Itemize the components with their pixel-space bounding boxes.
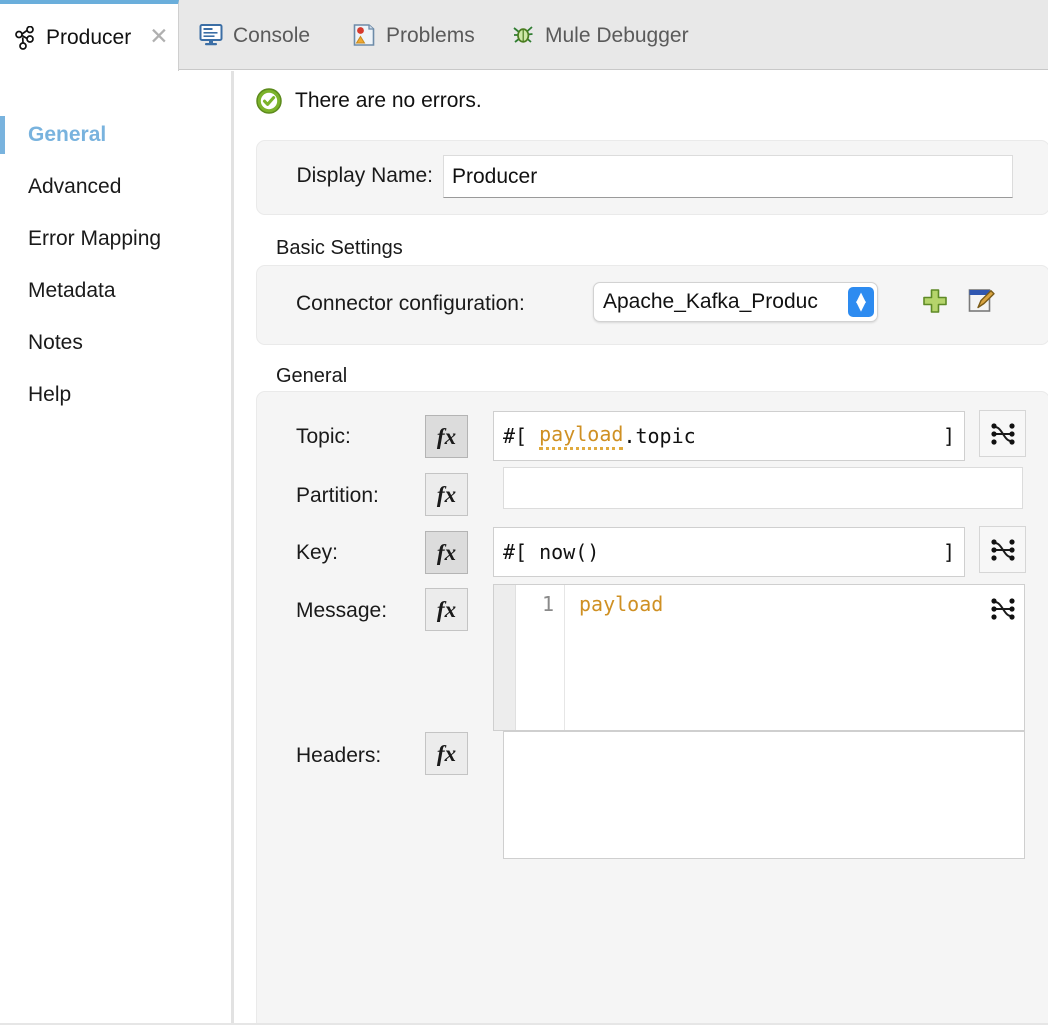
message-code-editor[interactable]: 1 payload (493, 584, 1025, 731)
bug-icon (511, 23, 535, 47)
sidebar-item-label: Help (28, 383, 71, 407)
sidebar-item-label: Metadata (28, 279, 116, 303)
add-configuration-button[interactable] (922, 288, 948, 314)
key-open-token: #[ (503, 540, 527, 564)
headers-fx-button[interactable]: fx (425, 732, 468, 775)
topic-close-token: ] (943, 424, 955, 448)
partition-fx-button[interactable]: fx (425, 473, 468, 516)
message-label: Message: (296, 599, 387, 623)
message-code-text[interactable]: payload (564, 585, 1024, 730)
display-name-label: Display Name: (283, 164, 433, 188)
general-settings-pane: There are no errors. Display Name: Produ… (234, 71, 1048, 1023)
topic-fx-button[interactable]: fx (425, 415, 468, 458)
topic-expression-keyword: payload (539, 422, 623, 450)
dataweave-transform-icon (988, 419, 1018, 449)
editor-gutter (494, 585, 516, 730)
topic-expression-rest: .topic (623, 424, 695, 448)
status-text: There are no errors. (295, 89, 482, 113)
key-fx-button[interactable]: fx (425, 531, 468, 574)
headers-label: Headers: (296, 744, 381, 768)
edit-configuration-button[interactable] (968, 288, 996, 314)
topic-label: Topic: (296, 425, 351, 449)
headers-textarea[interactable] (503, 731, 1025, 859)
tab-producer[interactable]: Producer ✕ (0, 0, 179, 71)
message-fx-button[interactable]: fx (425, 588, 468, 631)
general-fields-panel: Topic: fx #[ payload .topic ] Partition:… (256, 391, 1048, 1031)
console-icon (199, 24, 223, 46)
key-dataweave-button[interactable] (979, 526, 1026, 573)
key-label: Key: (296, 541, 338, 565)
tab-label: Mule Debugger (545, 25, 689, 46)
editor-line-number: 1 (516, 585, 564, 730)
general-section-title: General (276, 365, 347, 388)
tab-label: Producer (46, 27, 131, 48)
tab-problems[interactable]: Problems (339, 0, 489, 70)
dataweave-transform-icon (988, 594, 1018, 624)
sidebar-item-metadata[interactable]: Metadata (0, 265, 231, 317)
connector-configuration-select[interactable]: Apache_Kafka_Produc ▲▼ (593, 282, 878, 322)
display-name-panel: Display Name: Producer (256, 140, 1048, 215)
sidebar-item-error-mapping[interactable]: Error Mapping (0, 213, 231, 265)
display-name-input[interactable]: Producer (443, 155, 1013, 198)
connector-config-label: Connector configuration: (296, 292, 525, 316)
validation-status: There are no errors. (256, 88, 482, 114)
problems-icon (353, 23, 376, 47)
sidebar-item-general[interactable]: General (0, 109, 231, 161)
key-expression-input[interactable]: #[ now() ] (493, 527, 965, 577)
window-bottom-edge (0, 1023, 1048, 1036)
basic-settings-title: Basic Settings (276, 237, 403, 260)
success-check-icon (256, 88, 282, 114)
tab-mule-debugger[interactable]: Mule Debugger (497, 0, 703, 70)
key-expression-rest: now() (527, 540, 599, 564)
partition-input[interactable] (503, 467, 1023, 509)
basic-settings-panel: Connector configuration: Apache_Kafka_Pr… (256, 265, 1048, 345)
sidebar-item-label: Advanced (28, 175, 121, 199)
sidebar-item-label: Notes (28, 331, 83, 355)
partition-label: Partition: (296, 484, 379, 508)
tab-console[interactable]: Console (185, 0, 324, 70)
topic-dataweave-button[interactable] (979, 410, 1026, 457)
message-dataweave-button[interactable] (979, 585, 1026, 632)
key-close-token: ] (943, 540, 955, 564)
topic-open-token: #[ (503, 424, 527, 448)
topic-expression-input[interactable]: #[ payload .topic ] (493, 411, 965, 461)
tab-label: Problems (386, 25, 475, 46)
dataweave-transform-icon (988, 535, 1018, 565)
tab-label: Console (233, 25, 310, 46)
connector-configuration-value: Apache_Kafka_Produc (603, 290, 848, 314)
sidebar-item-label: General (28, 123, 106, 147)
sidebar-item-label: Error Mapping (28, 227, 161, 251)
flow-icon (14, 26, 36, 50)
editor-tab-bar: Producer ✕ Console Problems (0, 0, 1048, 70)
chevron-updown-icon[interactable]: ▲▼ (848, 287, 874, 317)
sidebar-item-help[interactable]: Help (0, 369, 231, 421)
sidebar-item-advanced[interactable]: Advanced (0, 161, 231, 213)
close-icon[interactable]: ✕ (149, 26, 168, 49)
sidebar-item-notes[interactable]: Notes (0, 317, 231, 369)
settings-sidebar: General Advanced Error Mapping Metadata … (0, 71, 231, 1023)
